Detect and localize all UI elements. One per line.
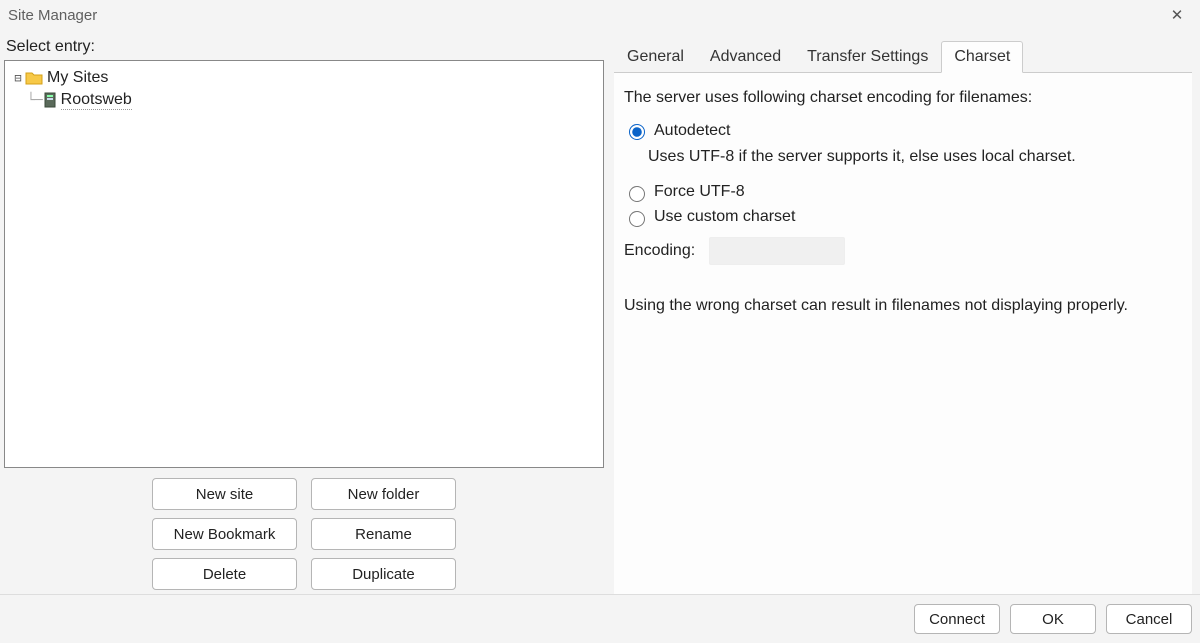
tree-site-row[interactable]: └─ Rootsweb — [27, 89, 603, 111]
radio-forceutf8-row[interactable]: Force UTF-8 — [624, 183, 1182, 202]
close-icon[interactable]: ✕ — [1158, 6, 1196, 24]
site-tree[interactable]: ⊟ My Sites └─ Rootsweb — [4, 60, 604, 468]
radio-force-utf8[interactable] — [629, 186, 645, 202]
delete-button[interactable]: Delete — [152, 558, 297, 590]
new-site-button[interactable]: New site — [152, 478, 297, 510]
tab-charset[interactable]: Charset — [941, 41, 1023, 73]
right-pane: General Advanced Transfer Settings Chars… — [610, 34, 1196, 594]
radio-custom-row[interactable]: Use custom charset — [624, 208, 1182, 227]
radio-custom-charset[interactable] — [629, 211, 645, 227]
folder-icon — [25, 70, 43, 86]
autodetect-description: Uses UTF-8 if the server supports it, el… — [648, 146, 1168, 168]
connect-button[interactable]: Connect — [914, 604, 1000, 634]
new-folder-button[interactable]: New folder — [311, 478, 456, 510]
tab-advanced[interactable]: Advanced — [697, 41, 794, 72]
radio-force-utf8-label: Force UTF-8 — [654, 183, 745, 201]
charset-intro-text: The server uses following charset encodi… — [624, 87, 1182, 109]
duplicate-button[interactable]: Duplicate — [311, 558, 456, 590]
server-icon — [43, 92, 57, 108]
encoding-input — [709, 237, 845, 265]
site-manager-window: Site Manager ✕ Select entry: ⊟ My Sites … — [0, 0, 1200, 643]
new-bookmark-button[interactable]: New Bookmark — [152, 518, 297, 550]
ok-button[interactable]: OK — [1010, 604, 1096, 634]
titlebar: Site Manager ✕ — [0, 0, 1200, 30]
cancel-button[interactable]: Cancel — [1106, 604, 1192, 634]
select-entry-label: Select entry: — [6, 38, 604, 56]
tab-general[interactable]: General — [614, 41, 697, 72]
tab-transfer-settings[interactable]: Transfer Settings — [794, 41, 941, 72]
tree-site-label: Rootsweb — [61, 91, 132, 110]
left-pane: Select entry: ⊟ My Sites └─ — [4, 34, 610, 594]
charset-panel: The server uses following charset encodi… — [614, 72, 1192, 594]
tree-collapse-icon[interactable]: ⊟ — [11, 71, 25, 85]
window-title: Site Manager — [8, 7, 97, 24]
charset-warning-text: Using the wrong charset can result in fi… — [624, 295, 1182, 317]
radio-autodetect-row[interactable]: Autodetect — [624, 121, 1182, 140]
tab-strip: General Advanced Transfer Settings Chars… — [614, 38, 1192, 72]
tree-root-row[interactable]: ⊟ My Sites — [11, 67, 603, 89]
dialog-footer: Connect OK Cancel — [0, 594, 1200, 643]
tree-connector: └─ — [27, 93, 43, 108]
radio-custom-charset-label: Use custom charset — [654, 208, 795, 226]
rename-button[interactable]: Rename — [311, 518, 456, 550]
radio-autodetect-label: Autodetect — [654, 122, 731, 140]
tree-action-buttons: New site New folder New Bookmark Rename … — [4, 478, 604, 590]
encoding-label: Encoding: — [624, 242, 695, 260]
tree-root-label: My Sites — [47, 69, 108, 87]
radio-autodetect[interactable] — [629, 124, 645, 140]
